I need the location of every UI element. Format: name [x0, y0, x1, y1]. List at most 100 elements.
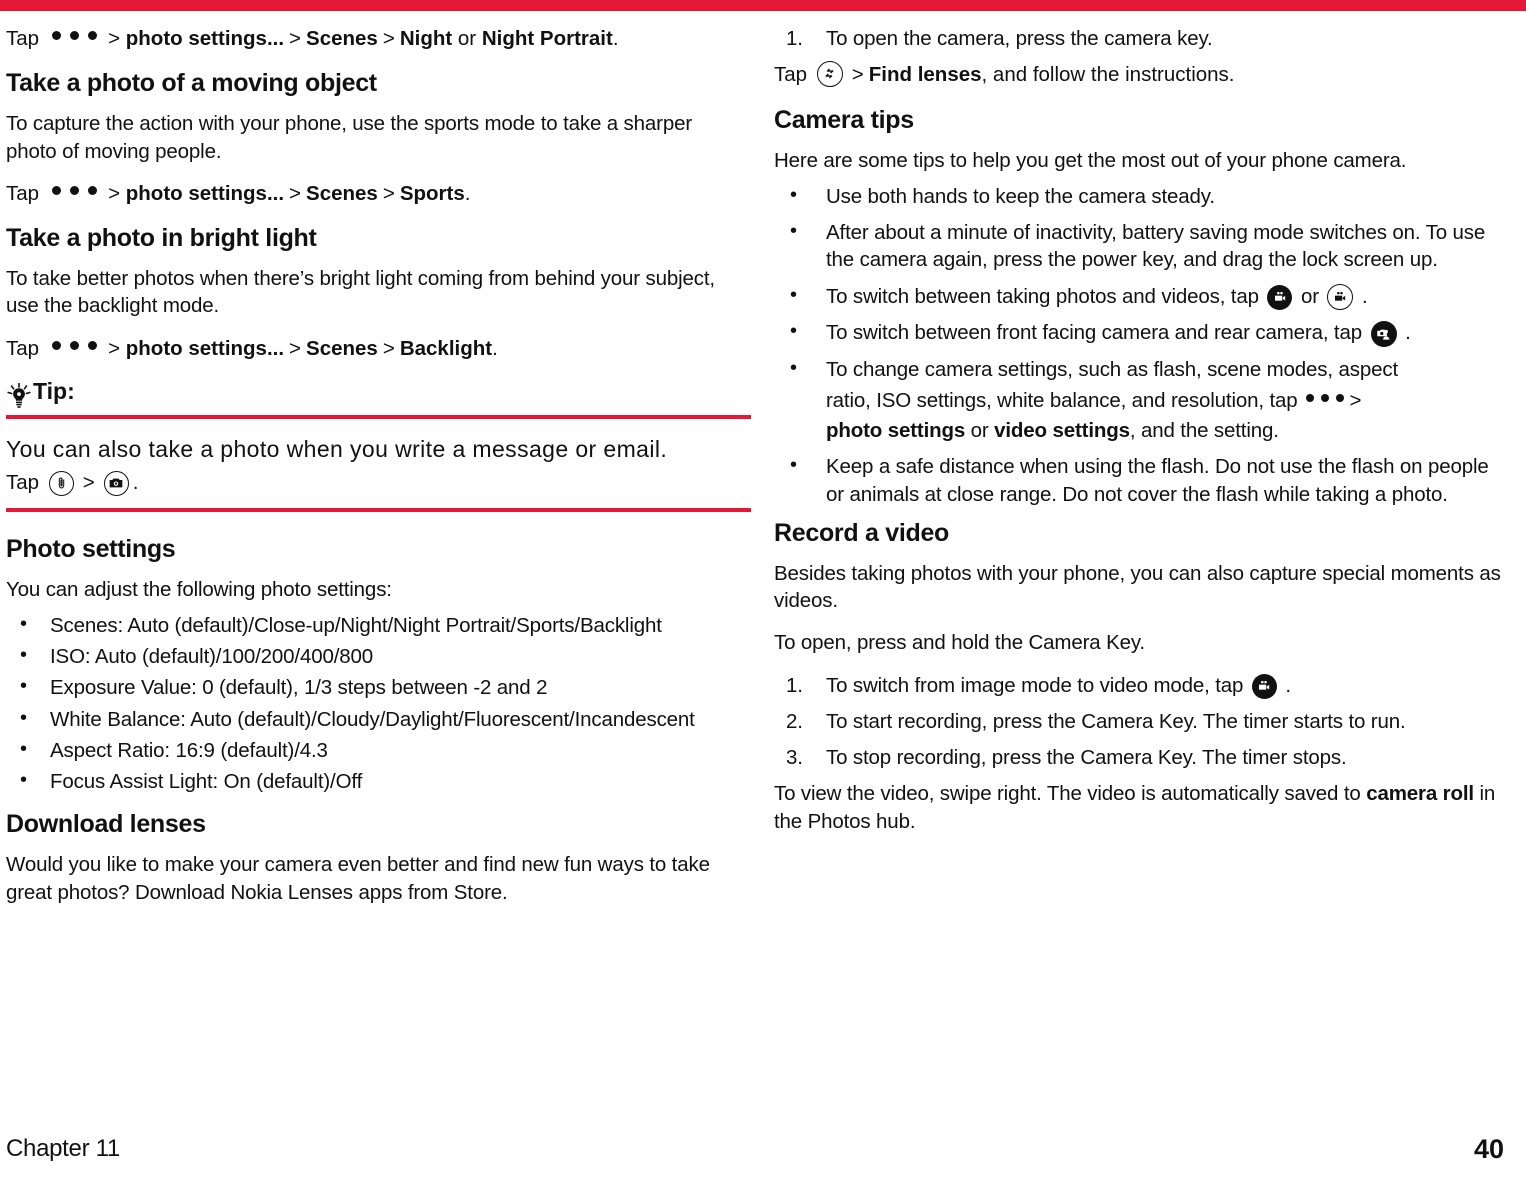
paragraph-bright-light: To take better photos when there’s brigh…: [6, 267, 715, 318]
list-item: Focus Assist Light: On (default)/Off: [6, 767, 738, 795]
video-camera-outline-icon: [1327, 284, 1354, 311]
list-item: After about a minute of inactivity, batt…: [774, 218, 1508, 274]
chevron-separator: >: [108, 27, 121, 50]
paragraph-open-camera: To open, press and hold the Camera Key.: [774, 631, 1145, 655]
period: .: [1361, 284, 1368, 308]
chevron-separator: >: [851, 63, 864, 87]
period: .: [1405, 321, 1411, 345]
menu-scenes: Scenes: [306, 181, 378, 205]
tap-label: Tap: [6, 181, 40, 205]
open-camera-steps: To open the camera, press the camera key…: [774, 25, 1508, 53]
manual-page: Tap > photo settings... > Scenes > Night…: [0, 11, 1526, 1179]
heading-camera-tips: Camera tips: [774, 105, 914, 134]
tip-text: ratio, ISO settings, white balance, and …: [826, 388, 1298, 412]
view-video-pre: To view the video, swipe right. The vide…: [774, 782, 1367, 806]
record-video-steps: To switch from image mode to video mode,…: [774, 672, 1508, 772]
tip-text-line1: To change camera settings, such as flash…: [826, 357, 1398, 381]
or-word: or: [970, 419, 989, 443]
menu-photo-settings: photo settings...: [125, 181, 285, 205]
tip-tail: , and the setting.: [1129, 419, 1279, 443]
chevron-separator: >: [382, 27, 395, 50]
chevron-separator: >: [289, 27, 302, 50]
paragraph-download-lenses: Would you like to make your camera even …: [6, 853, 710, 904]
list-item: Use both hands to keep the camera steady…: [774, 182, 1508, 210]
tip-text: To switch between front facing camera an…: [826, 321, 1362, 345]
camera-tips-list: Use both hands to keep the camera steady…: [774, 182, 1508, 508]
list-item: Scenes: Auto (default)/Close-up/Night/Ni…: [6, 611, 738, 639]
right-column: To open the camera, press the camera key…: [760, 25, 1526, 921]
tip-heading: Tip:: [6, 377, 738, 408]
paragraph-camera-tips: Here are some tips to help you get the m…: [774, 148, 1407, 172]
menu-photo-settings: photo settings: [826, 419, 966, 443]
menu-night: Night: [399, 27, 453, 50]
heading-moving-object: Take a photo of a moving object: [6, 69, 377, 98]
period: .: [464, 181, 471, 205]
video-camera-icon: [1251, 673, 1277, 699]
chapter-label: Chapter 11: [6, 1135, 120, 1162]
tap-instruction-backlight: Tap > photo settings... > Scenes > Backl…: [6, 335, 738, 362]
camera-roll-label: camera roll: [1366, 782, 1474, 806]
tap-label: Tap: [6, 336, 40, 360]
tap-instruction-sports: Tap > photo settings... > Scenes > Sport…: [6, 180, 738, 207]
tip-callout: Tip: You can also take a photo when you …: [6, 377, 751, 512]
more-dots-icon: [1305, 393, 1344, 402]
heading-bright-light: Take a photo in bright light: [6, 224, 317, 252]
paragraph-view-video: To view the video, swipe right. The vide…: [774, 780, 1508, 835]
page-number: 40: [1473, 1133, 1504, 1164]
list-item: White Balance: Auto (default)/Cloudy/Day…: [6, 705, 738, 733]
list-item-switch-front-rear: To switch between front facing camera an…: [774, 318, 1508, 347]
tip-tap-instruction: Tap > .: [6, 470, 738, 496]
tap-label: Tap: [6, 471, 40, 495]
tip-text: To switch between taking photos and vide…: [826, 284, 1259, 308]
chevron-separator: >: [382, 181, 395, 205]
tap-tail-text: , and follow the instructions.: [981, 63, 1235, 87]
chevron-separator: >: [1349, 388, 1362, 412]
heading-record-video: Record a video: [774, 518, 950, 547]
left-column: Tap > photo settings... > Scenes > Night…: [0, 25, 760, 921]
menu-scenes: Scenes: [306, 27, 378, 50]
tip-text-line3: photo settings or video settings, and th…: [826, 417, 1508, 444]
list-item: To open the camera, press the camera key…: [786, 25, 1213, 53]
list-item-switch-photo-video: To switch between taking photos and vide…: [774, 282, 1508, 311]
or-word: or: [457, 27, 477, 50]
period: .: [1285, 673, 1291, 697]
tip-divider-bottom: [6, 507, 751, 512]
lightbulb-icon: [6, 382, 32, 409]
menu-photo-settings: photo settings...: [125, 336, 285, 360]
menu-sports: Sports: [399, 181, 465, 205]
tap-instruction-find-lenses: Tap > Find lenses , and follow the instr…: [774, 60, 1508, 88]
period: .: [132, 471, 139, 495]
more-dots-icon: [52, 340, 98, 350]
menu-night-portrait: Night Portrait: [481, 27, 613, 50]
chevron-separator: >: [382, 336, 395, 360]
swap-arrows-icon: [816, 60, 843, 87]
chevron-separator: >: [289, 181, 302, 205]
menu-video-settings: video settings: [994, 419, 1130, 443]
tip-text: You can also take a photo when you write…: [6, 435, 668, 462]
or-word: or: [1300, 284, 1319, 308]
paragraph-moving-object: To capture the action with your phone, u…: [6, 112, 693, 163]
tap-instruction-night: Tap > photo settings... > Scenes > Night…: [6, 25, 738, 52]
tip-label: Tip:: [33, 377, 75, 404]
list-item: To switch from image mode to video mode,…: [774, 672, 1508, 700]
tip-body: You can also take a photo when you write…: [6, 419, 738, 508]
chevron-separator: >: [108, 181, 121, 205]
more-dots-icon: [52, 185, 98, 195]
heading-photo-settings: Photo settings: [6, 534, 176, 563]
paragraph-photo-settings: You can adjust the following photo setti…: [6, 577, 392, 601]
page-footer: Chapter 11 40: [0, 1119, 1526, 1179]
menu-scenes: Scenes: [306, 336, 378, 360]
paragraph-record-video: Besides taking photos with your phone, y…: [774, 561, 1501, 613]
period: .: [612, 27, 619, 50]
menu-backlight: Backlight: [399, 336, 493, 360]
attachment-paperclip-icon: [48, 470, 74, 496]
list-item: Keep a safe distance when using the flas…: [774, 452, 1508, 508]
chevron-separator: >: [108, 336, 121, 360]
menu-find-lenses: Find lenses: [868, 63, 982, 87]
two-column-layout: Tap > photo settings... > Scenes > Night…: [0, 11, 1526, 921]
tap-label: Tap: [6, 27, 40, 50]
menu-photo-settings: photo settings...: [125, 27, 285, 50]
video-camera-filled-icon: [1267, 284, 1293, 310]
list-item: To start recording, press the Camera Key…: [786, 708, 1406, 736]
more-dots-icon: [52, 31, 98, 41]
